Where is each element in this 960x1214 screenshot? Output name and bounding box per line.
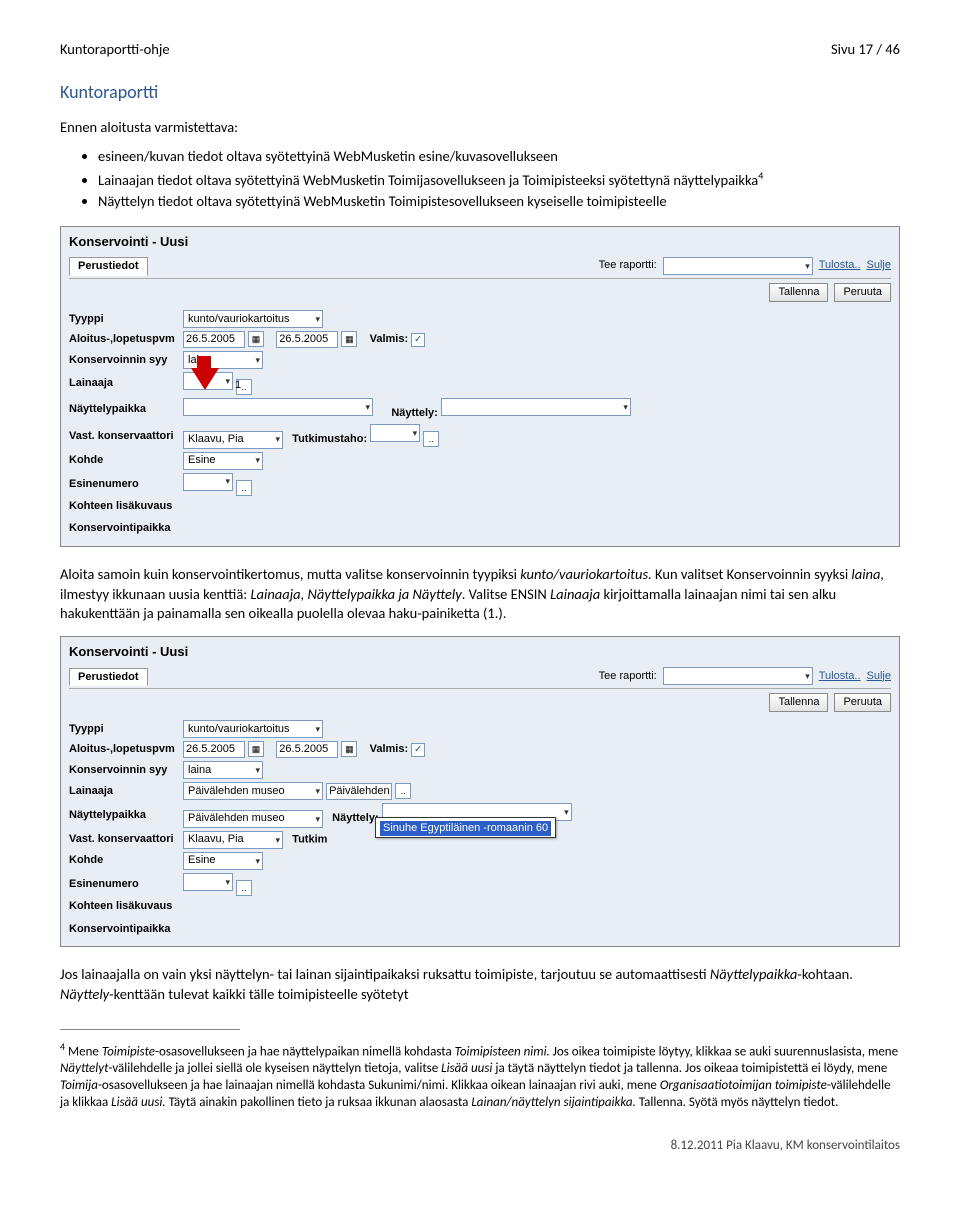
label-valmis: Valmis:: [370, 743, 409, 755]
footnote-ref: 4: [758, 169, 763, 182]
label-syy: Konservoinnin syy: [69, 353, 179, 368]
tab-row: Perustiedot Tee raportti: Tulosta.. Sulj…: [69, 256, 891, 279]
valmis-checkbox[interactable]: ✓: [411, 333, 425, 347]
label-konspaikka: Konservointipaikka: [69, 922, 891, 937]
kohde-select[interactable]: Esine: [183, 852, 263, 870]
valmis-checkbox[interactable]: ✓: [411, 743, 425, 757]
label-syy: Konservoinnin syy: [69, 763, 179, 778]
window-title: Konservointi - Uusi: [69, 233, 891, 251]
label-tee-raportti: Tee raportti:: [599, 669, 657, 684]
label-aloitus: Aloitus-,lopetuspvm: [69, 742, 179, 757]
suggest-item[interactable]: Sinuhe Egyptiläinen -romaanin 60: [380, 821, 551, 836]
label-aloitus: Aloitus-,lopetuspvm: [69, 332, 179, 347]
vast-select[interactable]: Klaavu, Pia: [183, 831, 283, 849]
screenshot-konservointi-2: Konservointi - Uusi Perustiedot Tee rapo…: [60, 636, 900, 947]
tallenna-button[interactable]: Tallenna: [769, 283, 828, 302]
lainaaja-select[interactable]: Päivälehden museo: [183, 782, 323, 800]
label-tee-raportti: Tee raportti:: [599, 258, 657, 273]
tutkimustaho-search-button[interactable]: ..: [423, 431, 439, 447]
paragraph-1: Aloita samoin kuin konservointikertomus,…: [60, 565, 900, 624]
kohde-select[interactable]: Esine: [183, 452, 263, 470]
section-title: Kuntoraportti: [60, 80, 900, 104]
page-header: Kuntoraportti-ohje Sivu 17 / 46: [60, 40, 900, 60]
peruuta-button[interactable]: Peruuta: [834, 693, 891, 712]
label-lisakuvaus: Kohteen lisäkuvaus: [69, 499, 179, 514]
label-kohde: Kohde: [69, 453, 179, 468]
nayttelypaikka-select[interactable]: Päivälehden museo: [183, 810, 323, 828]
label-esinenumero: Esinenumero: [69, 477, 179, 492]
label-konspaikka: Konservointipaikka: [69, 521, 891, 536]
tyyppi-select[interactable]: kunto/vauriokartoitus: [183, 310, 323, 328]
tab-perustiedot[interactable]: Perustiedot: [69, 668, 148, 687]
header-right: Sivu 17 / 46: [831, 40, 900, 60]
syy-select[interactable]: laina: [183, 351, 263, 369]
lainaaja-filter-input[interactable]: Päivälehden: [326, 783, 392, 800]
arrow-number: 1: [235, 378, 241, 393]
calendar-icon[interactable]: ▦: [341, 741, 357, 757]
header-left: Kuntoraportti-ohje: [60, 40, 170, 60]
label-tyyppi: Tyyppi: [69, 722, 179, 737]
sulje-link[interactable]: Sulje: [867, 258, 891, 273]
label-tyyppi: Tyyppi: [69, 312, 179, 327]
window-title: Konservointi - Uusi: [69, 643, 891, 661]
nayttely-suggest-popup[interactable]: Sinuhe Egyptiläinen -romaanin 60: [375, 817, 556, 838]
tulosta-link[interactable]: Tulosta..: [819, 669, 861, 684]
label-esinenumero: Esinenumero: [69, 877, 179, 892]
page-footer: 8.12.2011 Pia Klaavu, KM konservointilai…: [60, 1137, 900, 1155]
tee-raportti-select[interactable]: [663, 257, 813, 275]
label-tutkimustaho: Tutkimustaho:: [292, 433, 367, 445]
esinenumero-select[interactable]: [183, 473, 233, 491]
calendar-icon[interactable]: ▦: [248, 331, 264, 347]
calendar-icon[interactable]: ▦: [341, 331, 357, 347]
calendar-icon[interactable]: ▦: [248, 741, 264, 757]
tutkimustaho-select[interactable]: [370, 424, 420, 442]
label-kohde: Kohde: [69, 853, 179, 868]
label-lisakuvaus: Kohteen lisäkuvaus: [69, 899, 179, 914]
lainaaja-search-button[interactable]: ..: [395, 783, 411, 799]
date-end-input[interactable]: 26.5.2005: [276, 331, 338, 348]
form-grid: Tyyppi kunto/vauriokartoitus Aloitus-,lo…: [69, 310, 891, 513]
form-grid: Tyyppi kunto/vauriokartoitus Aloitus-,lo…: [69, 720, 891, 913]
esinenumero-select[interactable]: [183, 873, 233, 891]
bullet-item: Näyttelyn tiedot oltava syötettyinä WebM…: [98, 192, 900, 212]
tulosta-link[interactable]: Tulosta..: [819, 258, 861, 273]
date-start-input[interactable]: 26.5.2005: [183, 741, 245, 758]
esinenumero-search-button[interactable]: ..: [236, 880, 252, 896]
bullet-item: Lainaajan tiedot oltava syötettyinä WebM…: [98, 169, 900, 190]
label-vast: Vast. konservaattori: [69, 832, 179, 847]
syy-select[interactable]: laina: [183, 761, 263, 779]
label-nayttelypaikka: Näyttelypaikka: [69, 402, 179, 417]
date-start-input[interactable]: 26.5.2005: [183, 331, 245, 348]
esinenumero-search-button[interactable]: ..: [236, 480, 252, 496]
label-nayttelypaikka: Näyttelypaikka: [69, 808, 179, 823]
nayttelypaikka-select[interactable]: [183, 398, 373, 416]
label-nayttely: Näyttely:: [332, 812, 378, 824]
tyyppi-select[interactable]: kunto/vauriokartoitus: [183, 720, 323, 738]
date-end-input[interactable]: 26.5.2005: [276, 741, 338, 758]
sulje-link[interactable]: Sulje: [867, 669, 891, 684]
footnote-text: 4 Mene Toimipiste-osasovellukseen ja hae…: [60, 1040, 900, 1112]
nayttely-select[interactable]: [441, 398, 631, 416]
label-lainaaja: Lainaaja: [69, 784, 179, 799]
label-nayttely: Näyttely:: [391, 407, 437, 419]
tee-raportti-select[interactable]: [663, 667, 813, 685]
vast-select[interactable]: Klaavu, Pia: [183, 431, 283, 449]
label-valmis: Valmis:: [370, 333, 409, 345]
label-lainaaja: Lainaaja: [69, 376, 179, 391]
bullet-item: esineen/kuvan tiedot oltava syötettyinä …: [98, 147, 900, 167]
tab-row: Perustiedot Tee raportti: Tulosta.. Sulj…: [69, 667, 891, 690]
label-tutkim: Tutkim: [292, 833, 327, 845]
paragraph-2: Jos lainaajalla on vain yksi näyttelyn- …: [60, 965, 900, 1004]
tab-perustiedot[interactable]: Perustiedot: [69, 257, 148, 276]
intro-text: Ennen aloitusta varmistettava:: [60, 118, 900, 138]
peruuta-button[interactable]: Peruuta: [834, 283, 891, 302]
footnote-separator: [60, 1029, 240, 1030]
bullet-list: esineen/kuvan tiedot oltava syötettyinä …: [60, 147, 900, 212]
label-vast: Vast. konservaattori: [69, 429, 179, 444]
screenshot-konservointi-1: Konservointi - Uusi Perustiedot Tee rapo…: [60, 226, 900, 547]
tallenna-button[interactable]: Tallenna: [769, 693, 828, 712]
